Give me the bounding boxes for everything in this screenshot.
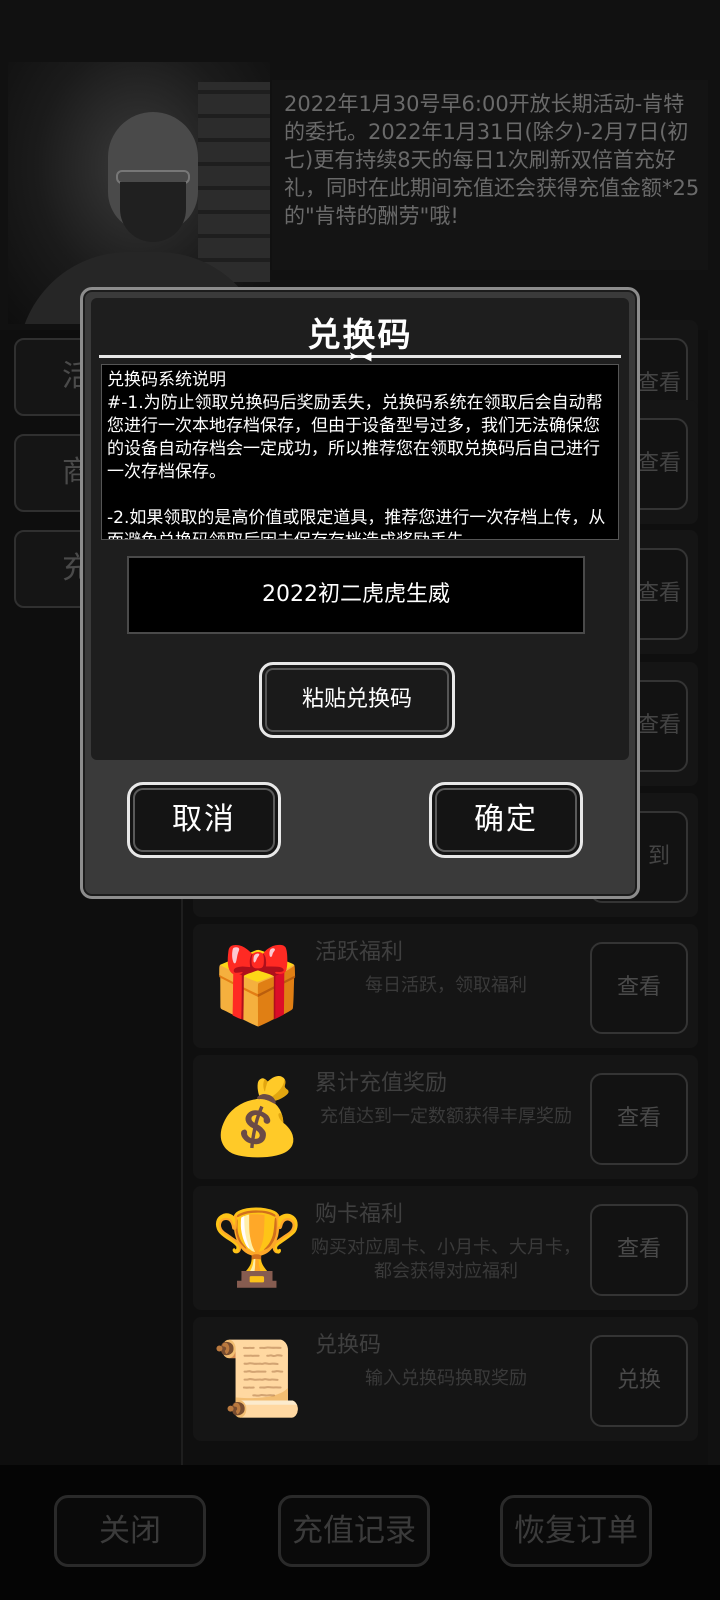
list-item-cumulative-recharge: 💰 累计充值奖励 充值达到一定数额获得丰厚奖励 查看 bbox=[193, 1055, 698, 1179]
portrait-beard bbox=[120, 182, 186, 242]
description-paragraph-1: #-1.为防止领取兑换码后奖励丢失，兑换码系统在领取后会自动帮您进行一次本地存档… bbox=[107, 393, 603, 482]
gift-icon: 🎁 bbox=[211, 943, 304, 1029]
recharge-history-button[interactable]: 充值记录 bbox=[278, 1495, 430, 1567]
restore-order-button[interactable]: 恢复订单 bbox=[500, 1495, 652, 1567]
view-button[interactable]: 查看 bbox=[590, 942, 688, 1034]
bookshelf-decoration bbox=[198, 82, 270, 282]
character-portrait bbox=[8, 62, 270, 324]
dialog-content-panel: 兑换码 ➤ ◀ 兑换码系统说明 #-1.为防止领取兑换码后奖励丢失，兑换码系统在… bbox=[91, 298, 629, 760]
scroll-icon: 📜 bbox=[211, 1336, 304, 1422]
row-title: 购卡福利 bbox=[315, 1202, 404, 1227]
confirm-button[interactable]: 确定 bbox=[429, 782, 583, 858]
description-paragraph-2: -2.如果领取的是高价值或限定道具，推荐您进行一次存档上传，从而避免兑换码领取后… bbox=[107, 508, 606, 539]
row-desc: 购买对应周卡、小月卡、大月卡，都会获得对应福利 bbox=[311, 1237, 581, 1282]
cancel-button[interactable]: 取消 bbox=[127, 782, 281, 858]
redeem-code-dialog: 兑换码 ➤ ◀ 兑换码系统说明 #-1.为防止领取兑换码后奖励丢失，兑换码系统在… bbox=[80, 287, 640, 899]
event-notice-text: 2022年1月30号早6:00开放长期活动-肯特的委托。2022年1月31日(除… bbox=[272, 80, 708, 270]
row-title: 兑换码 bbox=[315, 1333, 382, 1358]
redeem-button[interactable]: 兑换 bbox=[590, 1335, 688, 1427]
redeem-description-box[interactable]: 兑换码系统说明 #-1.为防止领取兑换码后奖励丢失，兑换码系统在领取后会自动帮您… bbox=[101, 364, 619, 540]
bottom-button-bar: 关闭 充值记录 恢复订单 bbox=[0, 1465, 720, 1600]
row-desc: 每日活跃，领取福利 bbox=[365, 975, 527, 996]
view-button[interactable]: 查看 bbox=[590, 1204, 688, 1296]
trophy-card-icon: 🏆 bbox=[211, 1205, 304, 1291]
list-item-card-welfare: 🏆 购卡福利 购买对应周卡、小月卡、大月卡，都会获得对应福利 查看 bbox=[193, 1186, 698, 1310]
list-item-redeem-code: 📜 兑换码 输入兑换码换取奖励 兑换 bbox=[193, 1317, 698, 1441]
row-title: 累计充值奖励 bbox=[315, 1071, 448, 1096]
money-bag-icon: 💰 bbox=[211, 1074, 304, 1160]
row-desc: 输入兑换码换取奖励 bbox=[365, 1368, 527, 1389]
description-heading: 兑换码系统说明 bbox=[107, 370, 226, 390]
redeem-code-input[interactable]: 2022初二虎虎生威 bbox=[127, 556, 585, 634]
close-button[interactable]: 关闭 bbox=[54, 1495, 206, 1567]
divider-arrows-icon: ➤ ◀ bbox=[348, 349, 372, 363]
row-title: 活跃福利 bbox=[315, 940, 404, 965]
row-desc: 充值达到一定数额获得丰厚奖励 bbox=[320, 1106, 572, 1127]
paste-code-button[interactable]: 粘贴兑换码 bbox=[259, 662, 455, 738]
list-item-active-welfare: 🎁 活跃福利 每日活跃，领取福利 查看 bbox=[193, 924, 698, 1048]
view-button[interactable]: 查看 bbox=[590, 1073, 688, 1165]
